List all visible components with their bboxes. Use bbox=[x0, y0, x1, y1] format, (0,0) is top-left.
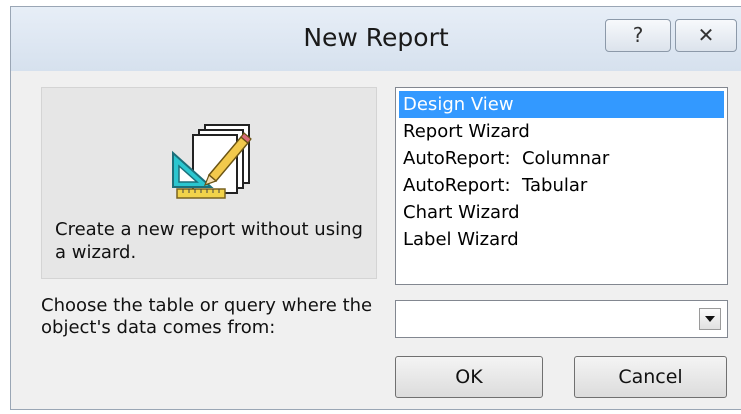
help-button[interactable]: ? bbox=[605, 19, 671, 52]
new-report-dialog: New Report ? ✕ Create a new report witho… bbox=[10, 6, 741, 410]
list-item-autoreport-tabular[interactable]: AutoReport: Tabular bbox=[399, 172, 724, 199]
list-item-report-wizard[interactable]: Report Wizard bbox=[399, 118, 724, 145]
report-type-list[interactable]: Design View Report Wizard AutoReport: Co… bbox=[395, 87, 728, 285]
source-label: Choose the table or query where the obje… bbox=[41, 295, 373, 338]
source-combobox[interactable] bbox=[395, 300, 728, 338]
ok-button[interactable]: OK bbox=[395, 356, 543, 398]
preview-description: Create a new report without using a wiza… bbox=[55, 219, 363, 263]
list-item-chart-wizard[interactable]: Chart Wizard bbox=[399, 199, 724, 226]
cancel-button[interactable]: Cancel bbox=[574, 356, 727, 398]
report-design-icon bbox=[172, 124, 252, 199]
close-button[interactable]: ✕ bbox=[675, 19, 737, 52]
chevron-down-icon[interactable] bbox=[699, 308, 721, 330]
list-item-design-view[interactable]: Design View bbox=[399, 91, 724, 118]
list-item-label-wizard[interactable]: Label Wizard bbox=[399, 226, 724, 253]
list-item-autoreport-columnar[interactable]: AutoReport: Columnar bbox=[399, 145, 724, 172]
title-bar[interactable]: New Report ? ✕ bbox=[11, 7, 741, 71]
preview-panel: Create a new report without using a wiza… bbox=[41, 87, 377, 279]
